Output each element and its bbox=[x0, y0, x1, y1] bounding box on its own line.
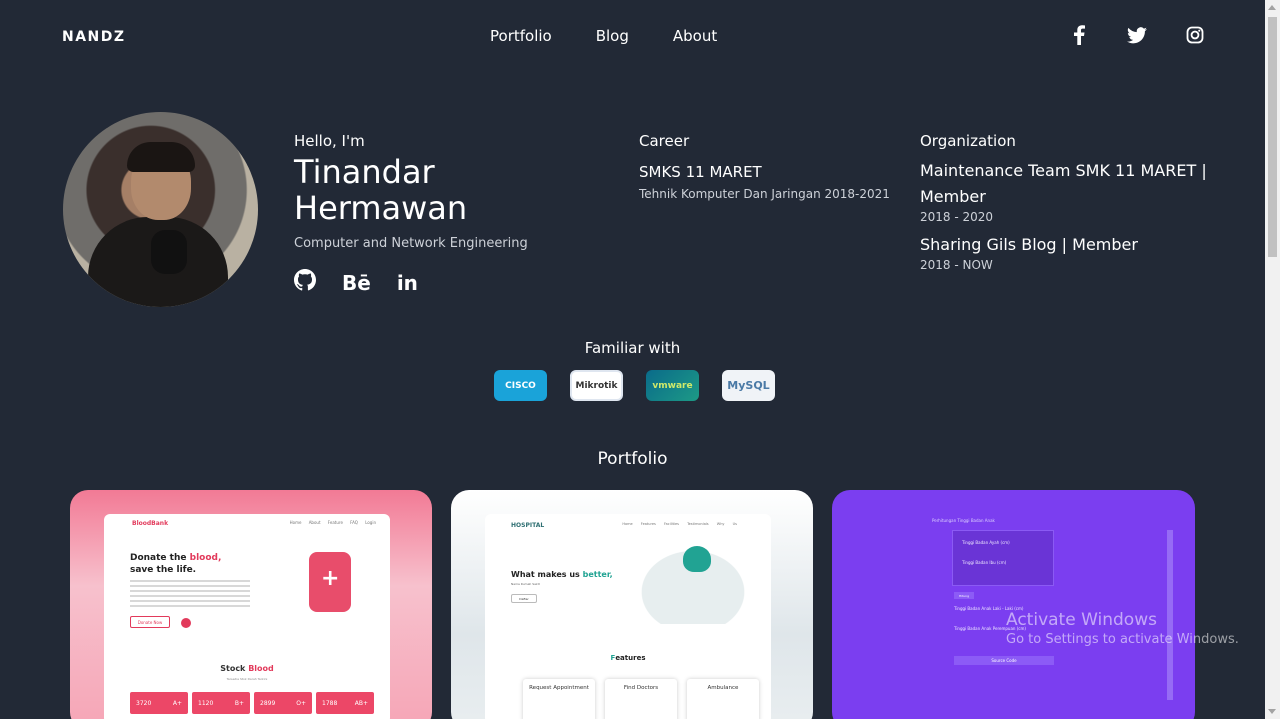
scrollbar-thumb[interactable] bbox=[1268, 17, 1277, 257]
hospital-brand: HOSPITAL bbox=[511, 522, 545, 529]
mother-height-field: Tinggi Badan Ibu (cm) bbox=[962, 560, 1007, 565]
brand-logo[interactable]: NANDZ bbox=[62, 29, 126, 45]
blood-stock-list: 3720 A+ 1120 B+ 2899 O+ 1788 AB+ bbox=[130, 692, 374, 714]
play-icon bbox=[181, 618, 191, 628]
blood-stock-item: 1120 B+ bbox=[192, 692, 250, 714]
twitter-icon[interactable] bbox=[1126, 24, 1148, 46]
portfolio-card-bloodbank[interactable]: BloodBank Home About Feature FAQ Login D… bbox=[70, 490, 432, 719]
source-code-button: Source Code bbox=[954, 656, 1054, 665]
watermark-title: Activate Windows bbox=[1006, 610, 1157, 630]
organization-item: Maintenance Team SMK 11 MARET | Member bbox=[920, 161, 1207, 206]
mysql-logo: MySQL bbox=[722, 370, 775, 401]
github-icon[interactable] bbox=[294, 269, 316, 296]
vmware-logo: vmware bbox=[646, 370, 699, 401]
bloodbank-donate-button: Donate Now bbox=[130, 616, 170, 628]
heart-icon bbox=[683, 546, 711, 572]
feature-box: Request Appointment bbox=[523, 679, 595, 719]
instagram-icon[interactable] bbox=[1184, 24, 1206, 46]
calculate-button: Hitung bbox=[954, 592, 974, 599]
career-school: SMKS 11 MARET bbox=[639, 163, 762, 181]
bloodbank-preview: BloodBank Home About Feature FAQ Login D… bbox=[104, 514, 390, 719]
portfolio-title: Portfolio bbox=[597, 449, 668, 469]
stock-title: Stock Blood bbox=[220, 664, 274, 673]
last-name: Hermawan bbox=[294, 189, 468, 227]
first-name: Tinandar bbox=[294, 153, 435, 191]
hospital-menu: Home Features Facilities Testimonials Wh… bbox=[622, 522, 737, 526]
hospital-preview: HOSPITAL Home Features Facilities Testim… bbox=[485, 514, 771, 719]
feature-box: Find Doctors bbox=[605, 679, 677, 719]
blood-bag-illustration bbox=[309, 552, 351, 612]
nav-portfolio[interactable]: Portfolio bbox=[490, 27, 552, 45]
bloodbank-paragraph bbox=[130, 580, 250, 610]
nav-blog[interactable]: Blog bbox=[596, 27, 629, 45]
familiar-title: Familiar with bbox=[584, 339, 681, 357]
blood-stock-item: 3720 A+ bbox=[130, 692, 188, 714]
blood-stock-item: 1788 AB+ bbox=[316, 692, 374, 714]
mikrotik-logo: Mikrotik bbox=[570, 370, 623, 401]
hospital-subtitle: Nama Rumah Sakit bbox=[511, 582, 540, 586]
nav-about[interactable]: About bbox=[673, 27, 717, 45]
bloodbank-hero: Donate the blood, save the life. bbox=[130, 553, 222, 575]
feature-box: Ambulance bbox=[687, 679, 759, 719]
hospital-hero: What makes us better, bbox=[511, 570, 613, 579]
career-title: Career bbox=[639, 132, 690, 150]
calculator-title: Perhitungan Tinggi Badan Anak bbox=[932, 518, 995, 523]
hospital-button: Daftar bbox=[511, 594, 537, 603]
watermark-subtitle: Go to Settings to activate Windows. bbox=[1006, 632, 1239, 647]
father-height-field: Tinggi Badan Ayah (cm) bbox=[962, 540, 1010, 545]
profile-intro: Hello, I'm Tinandar Hermawan Computer an… bbox=[294, 132, 528, 296]
behance-link[interactable]: Bē bbox=[342, 271, 371, 295]
stock-subtitle: Tersedia Stok Darah Terkini bbox=[226, 677, 268, 681]
profile-links: Bē in bbox=[294, 269, 528, 296]
page-scrollbar[interactable] bbox=[1265, 0, 1280, 719]
social-links bbox=[1068, 24, 1206, 46]
windows-activation-watermark: Activate Windows Go to Settings to activ… bbox=[1006, 610, 1239, 647]
profile-role: Computer and Network Engineering bbox=[294, 236, 528, 251]
organization-item: Sharing Gils Blog | Member bbox=[920, 235, 1138, 254]
organization-section: Organization Maintenance Team SMK 11 MAR… bbox=[920, 132, 1210, 272]
career-major: Tehnik Komputer Dan Jaringan 2018-2021 bbox=[639, 187, 890, 201]
facebook-icon[interactable] bbox=[1068, 24, 1090, 46]
scroll-down-icon[interactable] bbox=[1268, 709, 1276, 714]
features-title: Features bbox=[610, 654, 646, 662]
scroll-up-icon[interactable] bbox=[1268, 5, 1276, 10]
calculator-form bbox=[952, 530, 1054, 586]
greeting: Hello, I'm bbox=[294, 132, 365, 150]
main-nav: Portfolio Blog About bbox=[490, 27, 717, 45]
cisco-logo: CISCO bbox=[494, 370, 547, 401]
portfolio-card-height-calculator[interactable]: Perhitungan Tinggi Badan Anak Tinggi Bad… bbox=[832, 490, 1195, 719]
linkedin-link[interactable]: in bbox=[397, 271, 418, 295]
organization-period: 2018 - NOW bbox=[920, 258, 993, 272]
portfolio-card-hospital[interactable]: HOSPITAL Home Features Facilities Testim… bbox=[451, 490, 813, 719]
career-section: Career SMKS 11 MARET Tehnik Komputer Dan… bbox=[639, 132, 890, 201]
bloodbank-menu: Home About Feature FAQ Login bbox=[289, 520, 376, 525]
organization-title: Organization bbox=[920, 132, 1016, 150]
organization-period: 2018 - 2020 bbox=[920, 210, 994, 224]
bloodbank-brand: BloodBank bbox=[132, 520, 169, 527]
profile-photo bbox=[63, 112, 258, 307]
profile-name: Tinandar Hermawan bbox=[294, 154, 528, 226]
feature-boxes: Request Appointment Find Doctors Ambulan… bbox=[523, 679, 759, 719]
blood-stock-item: 2899 O+ bbox=[254, 692, 312, 714]
familiar-logos: CISCO Mikrotik vmware MySQL bbox=[494, 370, 775, 401]
